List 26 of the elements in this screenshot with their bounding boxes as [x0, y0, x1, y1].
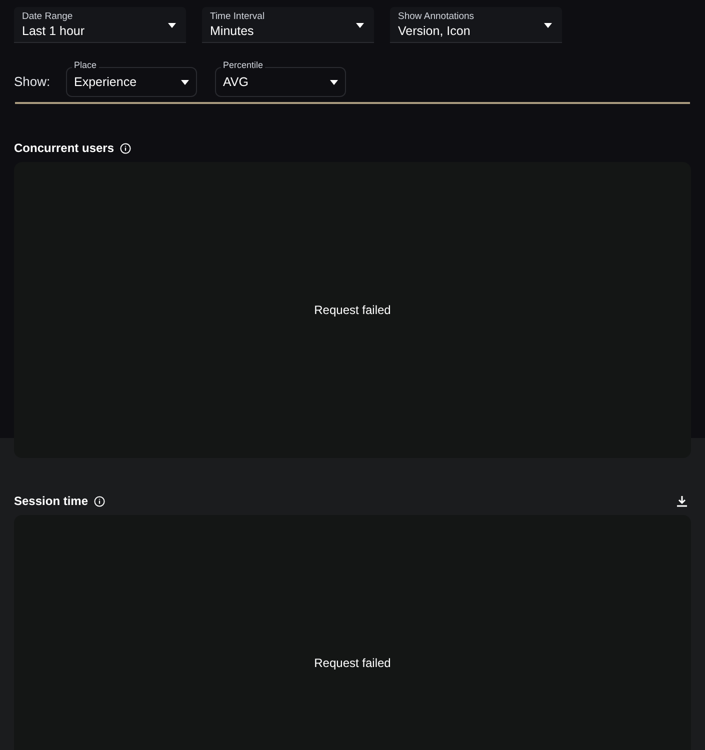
- filter-dropdown[interactable]: Time Interval Minutes: [202, 7, 374, 43]
- dropdown-caret-icon: [181, 80, 189, 84]
- dropdown-label: Time Interval: [210, 12, 265, 22]
- select-value: Experience: [74, 74, 137, 91]
- dropdown-value: Last 1 hour: [22, 24, 85, 37]
- dropdown-value: Minutes: [210, 24, 255, 37]
- select-value: AVG: [223, 74, 248, 91]
- dropdown-caret-icon: [356, 23, 364, 28]
- dropdown-label: Date Range: [22, 12, 74, 22]
- chart-title: Session time: [14, 493, 88, 510]
- filter-dropdown[interactable]: Show Annotations Version, Icon: [390, 7, 562, 43]
- select-label: Percentile: [221, 61, 266, 70]
- error-message: Request failed: [314, 302, 391, 319]
- dropdown-caret-icon: [168, 23, 176, 28]
- chart-title: Concurrent users: [14, 140, 114, 157]
- error-message: Request failed: [314, 655, 391, 672]
- info-icon[interactable]: [120, 142, 132, 154]
- dropdown-caret-icon: [544, 23, 552, 28]
- select-label: Place: [72, 61, 99, 70]
- filter-dropdown[interactable]: Date Range Last 1 hour: [14, 7, 186, 43]
- info-icon[interactable]: [94, 496, 106, 506]
- dropdown-label: Show Annotations: [398, 12, 474, 22]
- show-label: Show:: [14, 73, 52, 92]
- dropdown-value: Version, Icon: [398, 24, 472, 37]
- dropdown-caret-icon: [330, 80, 338, 84]
- download-icon[interactable]: [677, 496, 687, 506]
